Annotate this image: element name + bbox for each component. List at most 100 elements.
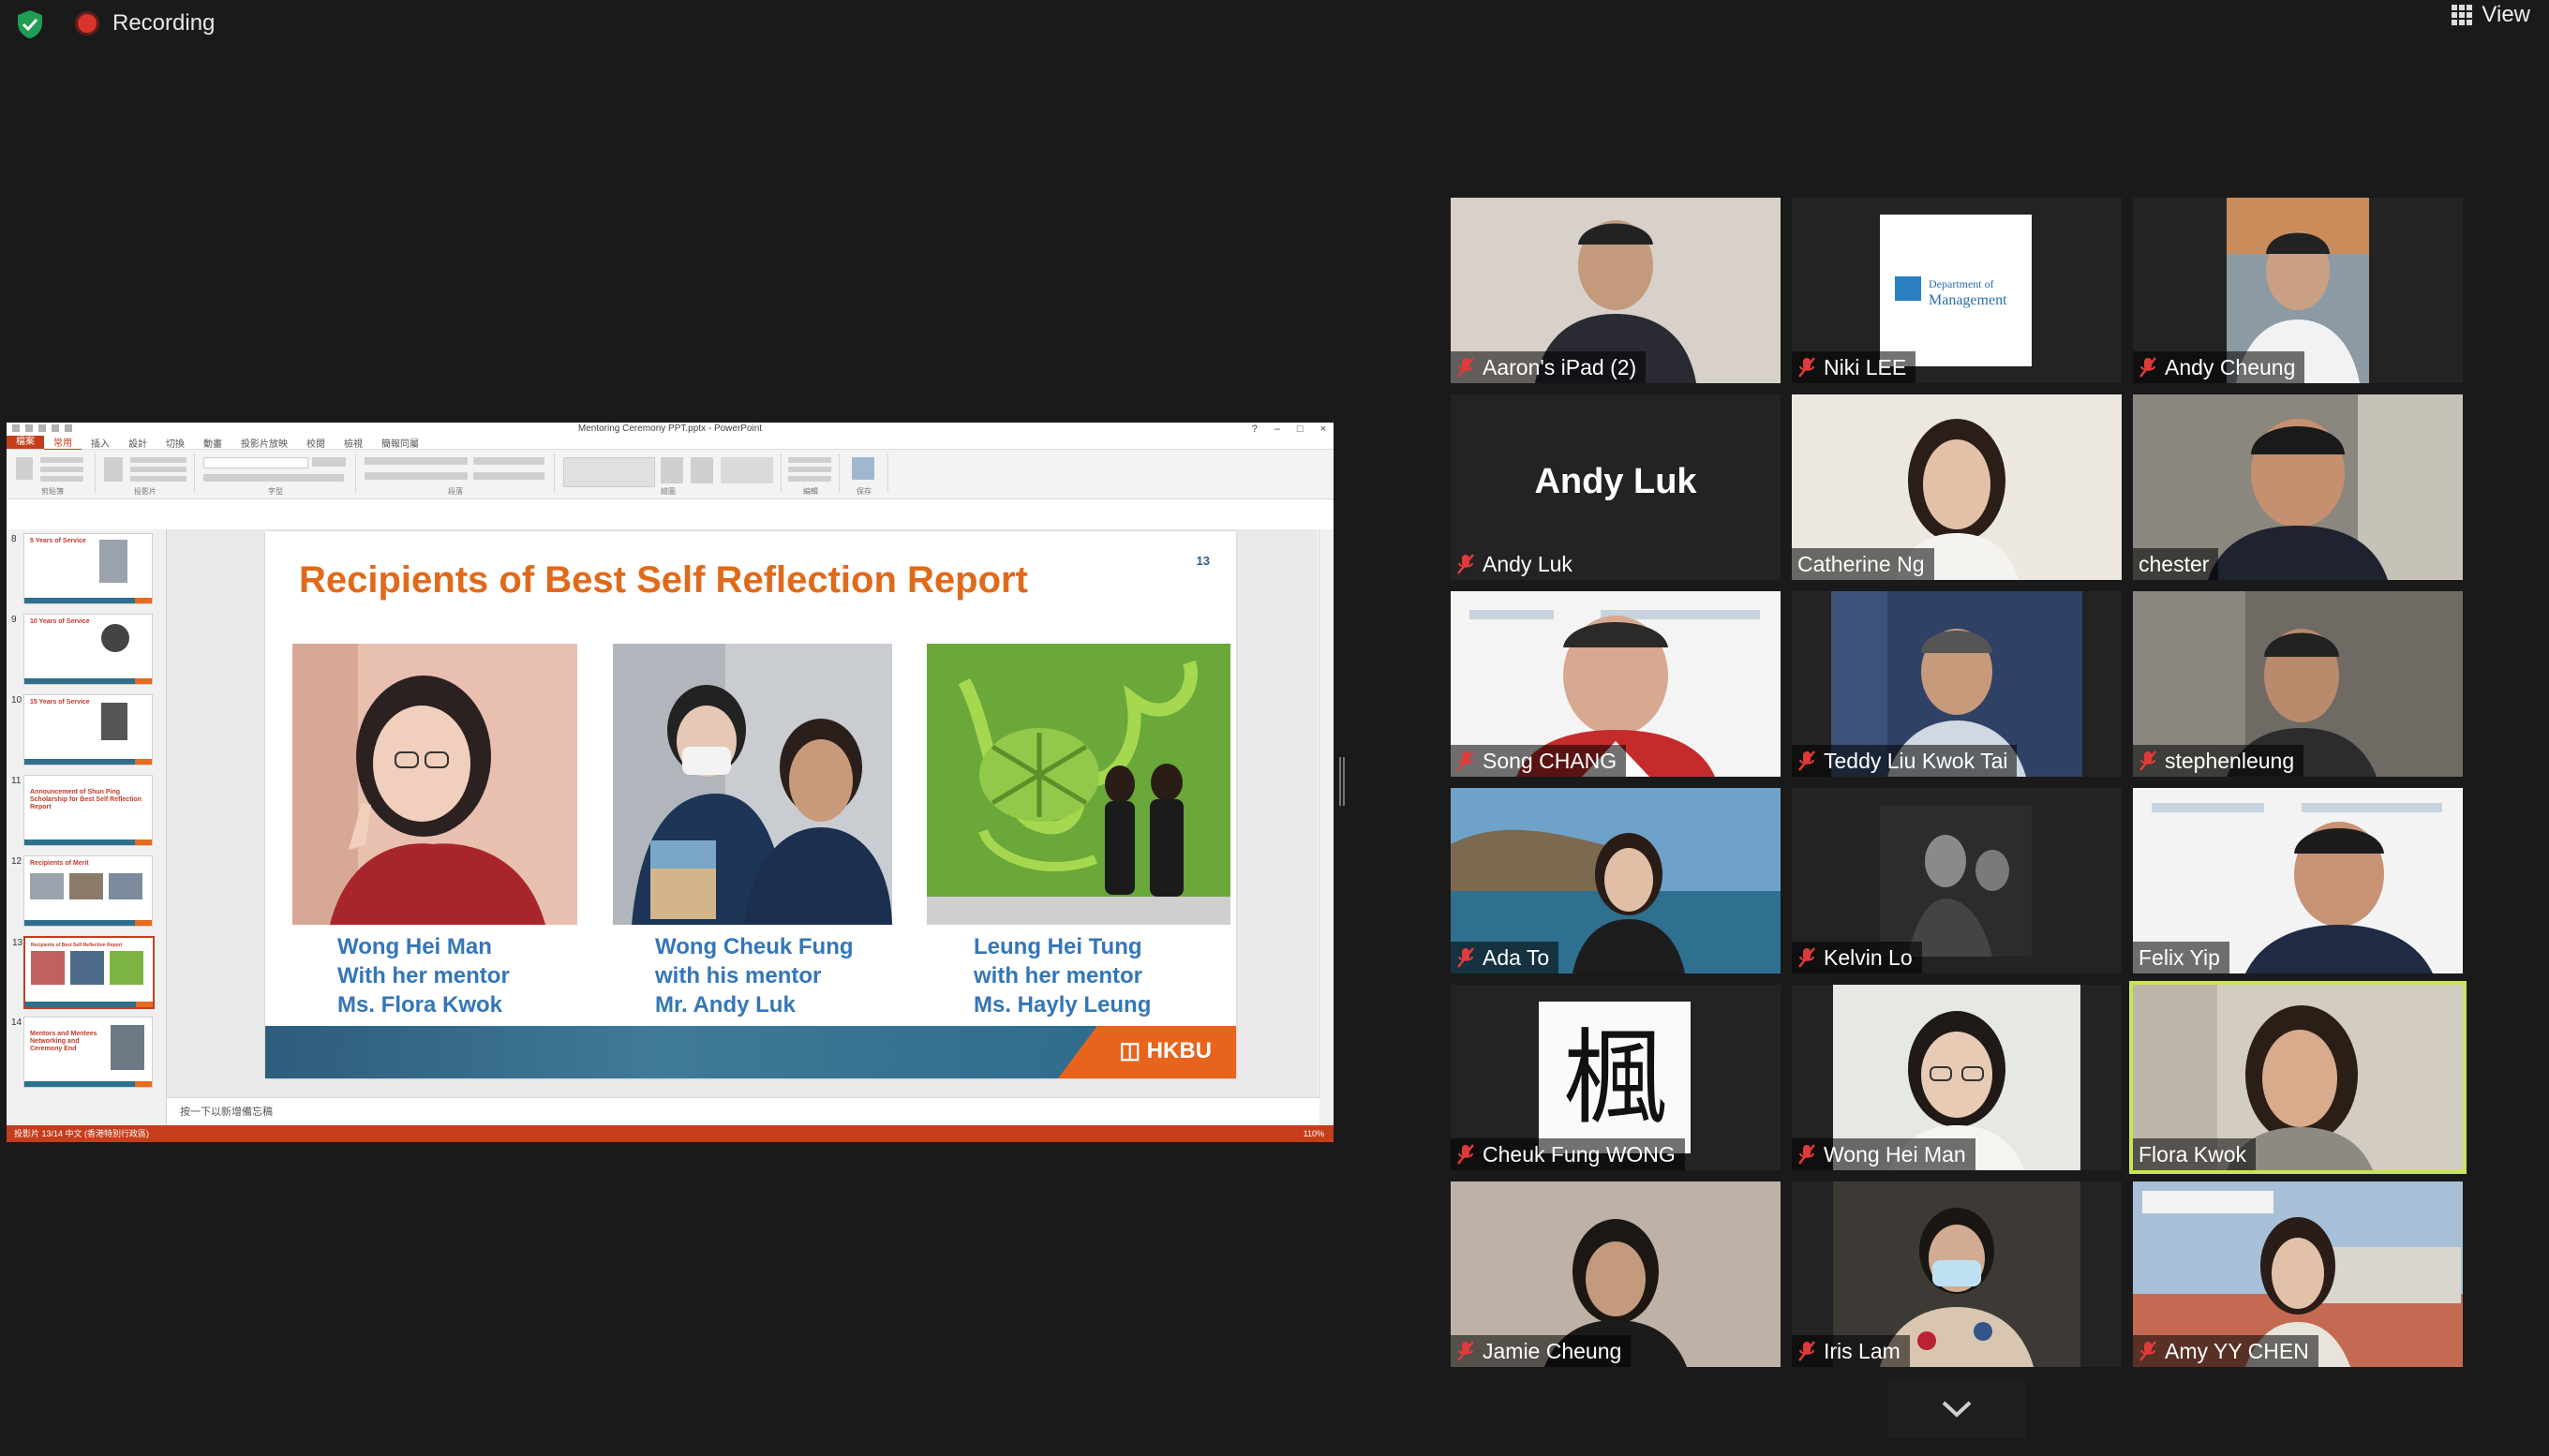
view-button[interactable]: View (2452, 2, 2530, 28)
tab-home[interactable]: 常用 (44, 435, 82, 451)
notes-pane[interactable]: 按一下以新增備忘稿 (167, 1097, 1319, 1125)
muted-mic-icon (2139, 750, 2156, 771)
ppt-window-title: Mentoring Ceremony PPT.pptx - PowerPoint (577, 423, 763, 434)
encryption-shield-icon[interactable] (16, 9, 44, 39)
participant-name: Wong Hei Man (1824, 1141, 1966, 1166)
recording-label: Recording (112, 10, 216, 36)
recording-dot-icon (75, 11, 99, 36)
participant-name: Song CHANG (1483, 748, 1617, 773)
muted-mic-icon (1457, 357, 1474, 378)
tab-insert[interactable]: 插入 (82, 436, 119, 450)
participant-tile[interactable]: Wong Hei Man (1792, 985, 2122, 1170)
participant-name: Aaron's iPad (2) (1483, 354, 1637, 379)
ribbon-group-drawing[interactable]: 繪圖 (556, 453, 782, 496)
ribbon-group-paragraph[interactable]: 段落 (357, 453, 555, 496)
tab-design[interactable]: 設計 (119, 436, 157, 450)
participant-name: chester (2139, 551, 2210, 576)
ribbon-group-font[interactable]: 字型 (196, 453, 356, 496)
participant-tile[interactable]: Amy YY CHEN (2133, 1181, 2463, 1367)
photo-recipient-1 (292, 644, 577, 925)
ribbon-group-clipboard[interactable]: 剪貼簿 (10, 453, 96, 496)
muted-mic-icon (1798, 750, 1815, 771)
window-controls[interactable]: ? – □ × (1252, 423, 1326, 436)
participant-tile[interactable]: Iris Lam (1792, 1181, 2122, 1367)
ppt-title-bar: Mentoring Ceremony PPT.pptx - PowerPoint… (7, 423, 1334, 436)
ribbon-group-editing[interactable]: 編輯 (783, 453, 840, 496)
tab-present[interactable]: 簡報同屬 (372, 436, 428, 450)
current-slide: Recipients of Best Self Reflection Repor… (265, 531, 1236, 1078)
slide-scrollbar[interactable] (1319, 529, 1334, 1125)
zoom-level[interactable]: 110% (1304, 1125, 1324, 1142)
svg-text:Department of: Department of (1929, 277, 1994, 290)
ribbon-group-slides[interactable]: 投影片 (97, 453, 195, 496)
participant-tile[interactable]: Andy Cheung (2133, 198, 2463, 383)
ribbon-tabs: 檔案 常用 插入 設計 切換 動畫 投影片放映 校閱 檢視 簡報同屬 (7, 435, 1334, 451)
tab-slideshow[interactable]: 投影片放映 (231, 436, 297, 450)
participant-name: Andy Luk (1483, 551, 1573, 576)
slide-thumbnail-14[interactable]: 14 Mentors and Mentees Networking and Ce… (11, 1017, 153, 1088)
participant-name: Cheuk Fung WONG (1483, 1141, 1676, 1166)
grid-view-icon (2452, 5, 2473, 25)
participant-tile[interactable]: 楓 Cheuk Fung WONG (1451, 985, 1781, 1170)
meeting-top-bar: Recording View (0, 0, 2549, 47)
participant-name: Felix Yip (2139, 944, 2220, 970)
maximize-icon[interactable]: □ (1297, 423, 1304, 436)
tab-animations[interactable]: 動畫 (194, 436, 231, 450)
participant-name: Jamie Cheung (1483, 1338, 1622, 1363)
tab-transitions[interactable]: 切換 (157, 436, 194, 450)
participant-name: Amy YY CHEN (2165, 1338, 2309, 1363)
slide-thumbnail-13[interactable]: 13 Recipients of Best Self Reflection Re… (12, 936, 155, 1009)
svg-text:Management: Management (1929, 292, 2007, 308)
participant-tile[interactable]: Ada To (1451, 788, 1781, 973)
participant-name: Flora Kwok (2139, 1141, 2247, 1166)
participant-tile[interactable]: Andy Luk Andy Luk (1451, 394, 1781, 580)
muted-mic-icon (1798, 1341, 1815, 1361)
ppt-status-bar: 投影片 13/14 中文 (香港特別行政區) 110% (7, 1125, 1334, 1142)
minimize-icon[interactable]: – (1274, 423, 1280, 436)
participant-name: Kelvin Lo (1824, 944, 1913, 970)
participant-name: Andy Cheung (2165, 354, 2296, 379)
slide-thumbnail-8[interactable]: 8 5 Years of Service (11, 533, 153, 604)
muted-mic-icon (1457, 1341, 1474, 1361)
slide-thumbnail-pane[interactable]: 8 5 Years of Service 9 10 Years of Servi… (7, 529, 167, 1125)
svg-text:楓: 楓 (1563, 1018, 1666, 1138)
participant-tile[interactable]: Felix Yip (2133, 788, 2463, 973)
slide-thumbnail-9[interactable]: 9 10 Years of Service (11, 614, 153, 685)
help-icon[interactable]: ? (1252, 423, 1258, 436)
shared-screen-powerpoint: Mentoring Ceremony PPT.pptx - PowerPoint… (7, 423, 1334, 1142)
hkbu-logo: ◫ HKBU (1119, 1038, 1212, 1063)
view-label: View (2482, 2, 2530, 27)
participant-tile[interactable]: Catherine Ng (1792, 394, 2122, 580)
muted-mic-icon (1457, 554, 1474, 574)
split-view-divider-handle[interactable] (1339, 757, 1345, 806)
tab-view[interactable]: 檢視 (335, 436, 372, 450)
participant-tile[interactable]: Song CHANG (1451, 591, 1781, 777)
slide-thumbnail-12[interactable]: 12 Recipients of Merit (11, 855, 153, 927)
tab-review[interactable]: 校閱 (297, 436, 335, 450)
participant-tile[interactable]: Teddy Liu Kwok Tai (1792, 591, 2122, 777)
participant-tile[interactable]: stephenleung (2133, 591, 2463, 777)
participant-name: stephenleung (2165, 748, 2295, 773)
photo-recipient-3 (927, 644, 1230, 925)
ribbon: 剪貼簿 投影片 字型 段落 繪圖 編輯 保存 (7, 450, 1334, 499)
participant-tile-active-speaker[interactable]: Flora Kwok (2129, 981, 2467, 1174)
slide-thumbnail-10[interactable]: 10 15 Years of Service (11, 694, 153, 765)
slide-thumbnail-11[interactable]: 11 Announcement of Shun Ping Scholarship… (11, 775, 153, 846)
participant-tile[interactable]: Jamie Cheung (1451, 1181, 1781, 1367)
participant-tile[interactable]: Department of Management Niki LEE (1792, 198, 2122, 383)
ribbon-group-save[interactable]: 保存 (841, 453, 888, 496)
participant-tile[interactable]: Kelvin Lo (1792, 788, 2122, 973)
close-icon[interactable]: × (1320, 423, 1326, 436)
participant-tile[interactable]: chester (2133, 394, 2463, 580)
participant-tile[interactable]: Aaron's iPad (2) (1451, 198, 1781, 383)
muted-mic-icon (2139, 357, 2156, 378)
tab-file[interactable]: 檔案 (7, 436, 44, 449)
gallery-next-page-button[interactable] (1887, 1380, 2026, 1438)
participant-name: Iris Lam (1824, 1338, 1901, 1363)
recording-indicator[interactable]: Recording (75, 6, 215, 41)
quick-access-toolbar[interactable] (12, 424, 72, 432)
slide-number: 13 (1196, 554, 1210, 568)
chevron-down-icon (1942, 1401, 1972, 1418)
participant-name: Catherine Ng (1797, 551, 1925, 576)
participant-name: Ada To (1483, 944, 1550, 970)
